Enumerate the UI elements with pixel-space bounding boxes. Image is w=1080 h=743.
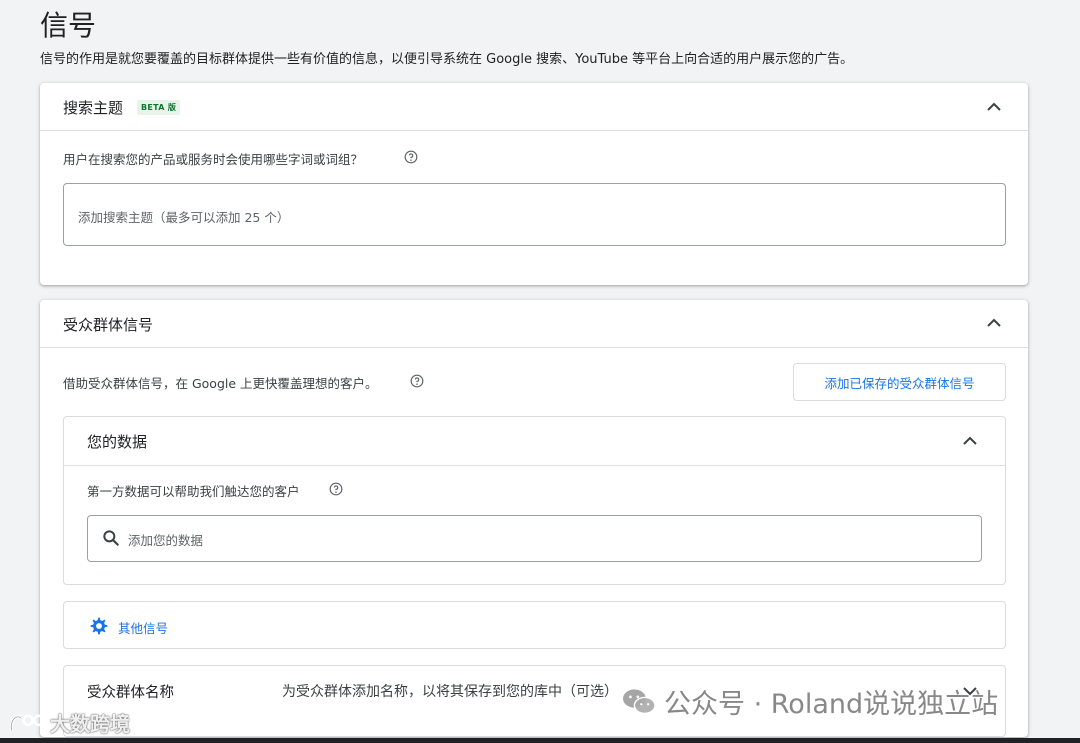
watermark-right-text: 公众号 · Roland说说独立站 [664,689,999,720]
chevron-up-icon[interactable] [958,429,982,453]
audience-name-label: 受众群体名称 [87,685,174,701]
audience-name-hint: 为受众群体添加名称，以将其保存到您的库中（可选） [282,684,618,700]
search-topics-header[interactable]: 搜索主题 BETA 版 [40,83,1028,131]
your-data-search-input[interactable]: 添加您的数据 [87,515,982,562]
search-topics-question: 用户在搜索您的产品或服务时会使用哪些字词或词组？ [63,152,364,167]
audience-signals-header[interactable]: 受众群体信号 [40,300,1028,348]
search-topics-placeholder: 添加搜索主题（最多可以添加 25 个） [78,210,290,225]
page-title: 信号 [40,9,97,42]
your-data-title: 您的数据 [87,433,148,451]
chevron-up-icon[interactable] [982,311,1006,335]
other-signals-label: 其他信号 [118,621,169,636]
audience-signals-description: 借助受众群体信号，在 Google 上更快覆盖理想的客户。 [63,376,378,391]
help-circle-icon[interactable] [410,374,424,388]
other-signals-card[interactable]: 其他信号 [63,601,1006,649]
search-topics-card: 搜索主题 BETA 版 用户在搜索您的产品或服务时会使用哪些字词或词组？ 添加搜… [40,83,1028,285]
search-icon [101,528,121,548]
beta-badge: BETA 版 [137,100,181,115]
page-description: 信号的作用是就您要覆盖的目标群体提供一些有价值的信息，以便引导系统在 Googl… [40,52,854,67]
signals-page: 信号 信号的作用是就您要覆盖的目标群体提供一些有价值的信息，以便引导系统在 Go… [0,0,1080,743]
your-data-description: 第一方数据可以帮助我们触达您的客户 [87,484,300,499]
gear-icon [88,615,110,637]
watermark-left-text: 大数跨境 [50,712,130,736]
search-topics-input[interactable]: 添加搜索主题（最多可以添加 25 个） [63,183,1006,246]
help-circle-icon[interactable] [329,482,343,496]
brand-logo-icon [8,712,48,739]
chevron-up-icon[interactable] [982,95,1006,119]
add-saved-audience-button[interactable]: 添加已保存的受众群体信号 [793,363,1006,401]
help-circle-icon[interactable] [404,150,418,164]
your-data-card: 您的数据 第一方数据可以帮助我们触达您的客户 添加您的数据 [63,416,1006,585]
audience-signals-card: 受众群体信号 借助受众群体信号，在 Google 上更快覆盖理想的客户。 添加已… [40,300,1028,737]
watermark-wechat: 公众号 · Roland说说独立站 [620,682,998,725]
audience-signals-title: 受众群体信号 [63,316,154,334]
bottom-edge [0,738,1080,743]
search-topics-title: 搜索主题 [63,99,124,117]
your-data-search-placeholder: 添加您的数据 [128,533,204,548]
wechat-icon [620,686,658,725]
watermark-brand: 大数跨境 [8,708,130,739]
your-data-header[interactable]: 您的数据 [64,417,1005,466]
